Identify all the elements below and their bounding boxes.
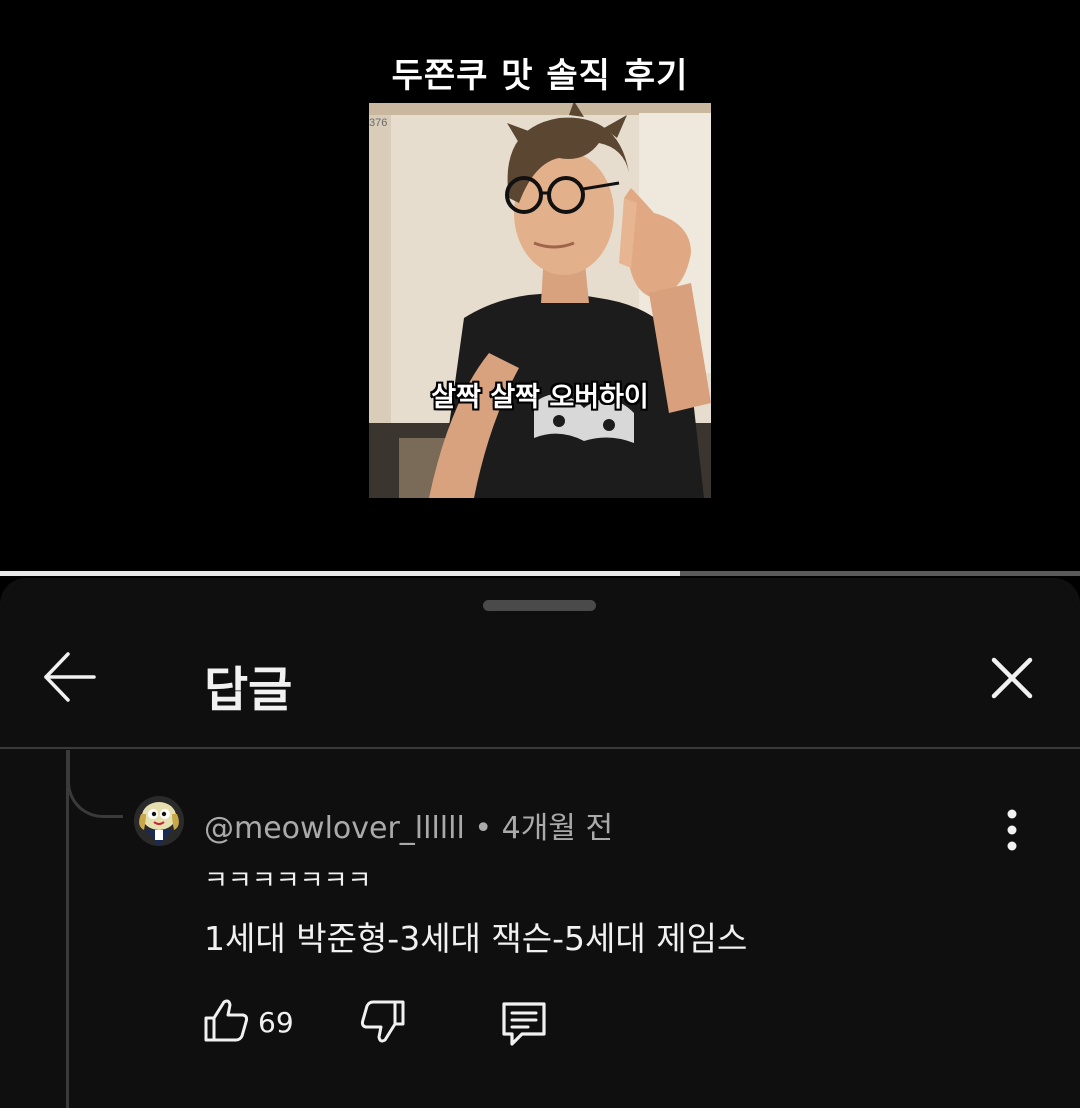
more-vert-icon (1007, 809, 1017, 851)
replies-sheet: 답글 @meowlover_llllll • 4개월 전 ㅋㅋㅋㅋㅋㅋㅋ 1세대… (0, 578, 1080, 1108)
thread-connector (67, 750, 123, 818)
thread-line (66, 750, 69, 1108)
reply-comment-icon (502, 1002, 546, 1046)
like-count: 69 (258, 1006, 294, 1039)
comment-text-line1: ㅋㅋㅋㅋㅋㅋㅋ (204, 866, 372, 896)
drag-handle[interactable] (483, 600, 596, 611)
video-frame[interactable]: 376 살짝 살짝 오버하이 (369, 103, 711, 498)
comment-text-line2: 1세대 박준형-3세대 잭슨-5세대 제임스 (204, 919, 748, 958)
close-button[interactable] (984, 650, 1040, 706)
comment-time[interactable]: 4개월 전 (502, 811, 613, 846)
like-button[interactable] (202, 996, 250, 1044)
avatar-character-icon (134, 796, 184, 846)
video-player[interactable]: 두쫀쿠 맛 솔직 후기 376 살짝 살짝 오버하이 (0, 0, 1080, 572)
dislike-button[interactable] (359, 998, 407, 1046)
more-options-button[interactable] (994, 808, 1030, 852)
avatar[interactable] (134, 796, 184, 846)
frame-counter: 376 (369, 117, 388, 129)
video-thumbnail-image (369, 103, 711, 498)
replies-title: 답글 (204, 662, 293, 718)
thumbs-down-icon (360, 1000, 405, 1043)
video-progress-bar[interactable] (0, 571, 1080, 576)
comment-meta: @meowlover_llllll • 4개월 전 (204, 803, 613, 847)
close-icon (991, 657, 1033, 699)
video-caption: 살짝 살짝 오버하이 (431, 382, 649, 413)
reply-button[interactable] (498, 998, 550, 1048)
comment-author[interactable]: @meowlover_llllll (204, 811, 465, 846)
arrow-left-icon (44, 652, 96, 702)
thumbs-up-icon (204, 999, 249, 1042)
meta-separator: • (474, 811, 493, 846)
video-progress-fill (0, 571, 681, 576)
back-button[interactable] (38, 646, 100, 708)
video-title: 두쫀쿠 맛 솔직 후기 (391, 56, 689, 96)
replies-header: 답글 (0, 618, 1080, 749)
